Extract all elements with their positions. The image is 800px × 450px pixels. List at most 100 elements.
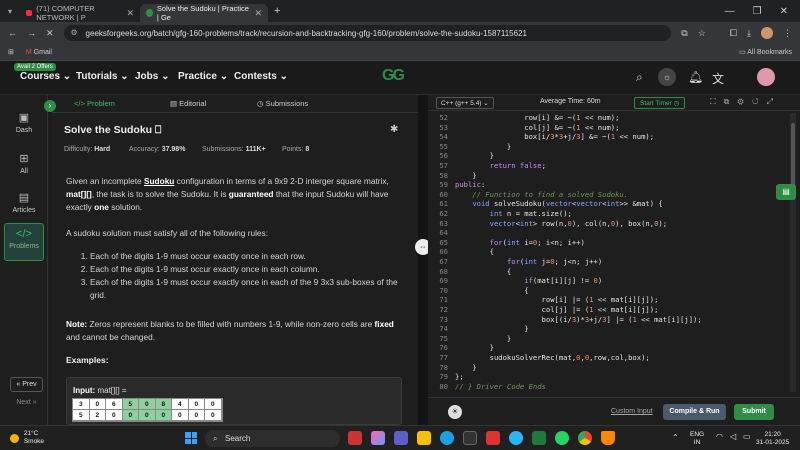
sidebar-item-dash[interactable]: ▣ Dash: [4, 111, 44, 134]
tab-list-icon[interactable]: ▾: [0, 7, 20, 16]
star-icon[interactable]: ☆: [698, 28, 706, 39]
tab-youtube[interactable]: (71) COMPUTER NETWORK | P ✕: [20, 4, 140, 22]
search-icon[interactable]: ⌕: [636, 70, 643, 85]
wifi-icon[interactable]: ◠: [716, 432, 723, 441]
tab-problem[interactable]: </> Problem: [74, 99, 115, 108]
chrome-icon[interactable]: [578, 431, 592, 445]
close-window-icon[interactable]: ✕: [780, 6, 788, 17]
sidebar-item-problems[interactable]: </> Problems: [4, 223, 44, 261]
tray-chevron-icon[interactable]: ⌃: [672, 433, 679, 442]
line-number: 55: [439, 141, 448, 151]
gfg-logo[interactable]: GG: [382, 67, 405, 85]
clock[interactable]: 21:20 31-01-2025: [756, 431, 789, 447]
whatsapp-icon[interactable]: [555, 431, 569, 445]
panel-divider[interactable]: ⇔: [415, 95, 431, 425]
reset-icon[interactable]: ↺: [752, 97, 767, 106]
avatar[interactable]: [757, 68, 775, 86]
tab-submissions[interactable]: ◷ Submissions: [257, 99, 308, 108]
compile-run-button[interactable]: Compile & Run: [663, 404, 726, 420]
file-explorer-icon[interactable]: [417, 431, 431, 445]
average-time: Average Time: 60m: [540, 98, 601, 105]
code-line: row[i] &= ~(1 << num);: [455, 113, 620, 122]
taskbar-search[interactable]: ⌕ Search: [205, 430, 340, 447]
volume-icon[interactable]: ◁: [730, 432, 736, 441]
back-icon[interactable]: ←: [8, 28, 17, 38]
language-indicator[interactable]: ENG IN: [690, 431, 704, 447]
code-line: box[i/3*3+j/3] &= ~(1 << num);: [455, 132, 655, 142]
site-info-icon[interactable]: ⚙: [71, 28, 78, 37]
page-title: Solve the Sudoku ⎕: [64, 124, 162, 136]
copilot-icon[interactable]: [371, 431, 385, 445]
battery-icon[interactable]: ▭: [743, 432, 751, 441]
prev-button[interactable]: « Prev: [10, 377, 43, 392]
tab-sudoku[interactable]: Solve the Sudoku | Practice | Ge ✕: [140, 4, 268, 22]
scrollbar-thumb[interactable]: [791, 123, 795, 193]
example-box: Input: mat[][] = 3 0 6 5 0 8 4 0 0 5 2 0…: [66, 377, 402, 425]
chat-icon[interactable]: ▤: [776, 184, 796, 200]
app-icon[interactable]: [486, 431, 500, 445]
vlc-icon[interactable]: [601, 431, 615, 445]
theme-toggle-icon[interactable]: ☼: [658, 68, 676, 86]
bug-icon[interactable]: ✱: [390, 124, 398, 135]
nav-jobs[interactable]: Jobs ⌄: [135, 71, 170, 82]
copy-icon[interactable]: ⧉: [724, 97, 738, 106]
weather-widget[interactable]: 21°C Smoke: [10, 430, 44, 446]
nav-practice[interactable]: Practice ⌄: [178, 71, 228, 82]
bookmark-gmail[interactable]: M Gmail: [26, 49, 52, 56]
edge-icon[interactable]: [440, 431, 454, 445]
gmail-icon: M: [25, 48, 32, 56]
collapse-icon[interactable]: ›: [44, 100, 56, 112]
problem-tabs: › </> Problem ▤ Editorial ◷ Submissions: [44, 95, 418, 113]
submit-button[interactable]: Submit: [734, 404, 774, 420]
language-select[interactable]: C++ (g++ 5.4) ⌄: [436, 97, 494, 109]
maximize-icon[interactable]: ❐: [753, 6, 762, 17]
profile-icon[interactable]: [761, 27, 773, 39]
reload-icon[interactable]: ✕: [46, 28, 54, 39]
code-line: }: [455, 141, 512, 151]
url-field[interactable]: ⚙ geeksforgeeks.org/batch/gfg-160-proble…: [63, 25, 672, 41]
start-timer-button[interactable]: Start Timer ◷: [634, 97, 686, 109]
nav-tutorials[interactable]: Tutorials ⌄: [76, 71, 129, 82]
nav-courses[interactable]: Courses ⌄: [20, 71, 71, 82]
next-button[interactable]: Next »: [10, 399, 43, 406]
editor-scrollbar[interactable]: [790, 113, 796, 392]
line-number: 59: [439, 180, 448, 190]
browser-icon[interactable]: [509, 431, 523, 445]
line-number: 75: [439, 333, 448, 343]
cast-icon[interactable]: ⧉: [681, 28, 687, 39]
expand-icon[interactable]: ⤢: [767, 97, 781, 106]
custom-input-link[interactable]: Custom Input: [611, 408, 653, 415]
sidebar-item-all[interactable]: ⊞ All: [4, 152, 44, 175]
close-icon[interactable]: ✕: [254, 8, 262, 19]
bookmark-icon[interactable]: ⎕: [155, 124, 161, 136]
bell-icon[interactable]: 🔔︎: [688, 70, 703, 84]
sidebar-item-articles[interactable]: ▤ Articles: [4, 191, 44, 214]
nav-contests[interactable]: Contests ⌄: [234, 71, 288, 82]
menu-icon[interactable]: ⋮: [783, 28, 792, 39]
pycharm-icon[interactable]: [532, 431, 546, 445]
code-line: box[(i/3)*3+j/3] |= (1 << mat[i][j]);: [455, 314, 702, 324]
windows-start-icon[interactable]: [185, 432, 197, 444]
extensions-icon[interactable]: ⧠: [730, 28, 737, 39]
settings-icon[interactable]: ⚙: [737, 97, 751, 106]
close-icon[interactable]: ✕: [126, 8, 134, 19]
apps-icon[interactable]: ⊞: [8, 48, 14, 56]
line-number: 56: [439, 151, 448, 161]
teams-icon[interactable]: [394, 431, 408, 445]
forward-icon[interactable]: →: [27, 28, 36, 38]
tab-editorial[interactable]: ▤ Editorial: [170, 99, 206, 108]
download-icon[interactable]: ⤓: [747, 28, 751, 39]
store-icon[interactable]: [463, 431, 477, 445]
code-area[interactable]: 52 row[i] &= ~(1 << num); 53 col[j] &= ~(…: [428, 113, 788, 392]
offers-badge[interactable]: Avail 2 Offers: [14, 63, 56, 71]
translate-icon[interactable]: 文: [712, 70, 724, 87]
mcafee-icon[interactable]: [348, 431, 362, 445]
bookmark-all[interactable]: ▭ All Bookmarks: [739, 48, 792, 56]
new-tab-icon[interactable]: +: [274, 5, 280, 17]
minimize-icon[interactable]: —: [725, 6, 735, 17]
input-label: Input: mat[][] =: [73, 386, 127, 395]
rules-list: Each of the digits 1-9 must occur exactl…: [80, 250, 405, 302]
fullscreen-icon[interactable]: ⛶: [710, 97, 724, 106]
lightbulb-icon[interactable]: ☀: [448, 405, 462, 419]
grid-cell: 0: [139, 410, 156, 421]
